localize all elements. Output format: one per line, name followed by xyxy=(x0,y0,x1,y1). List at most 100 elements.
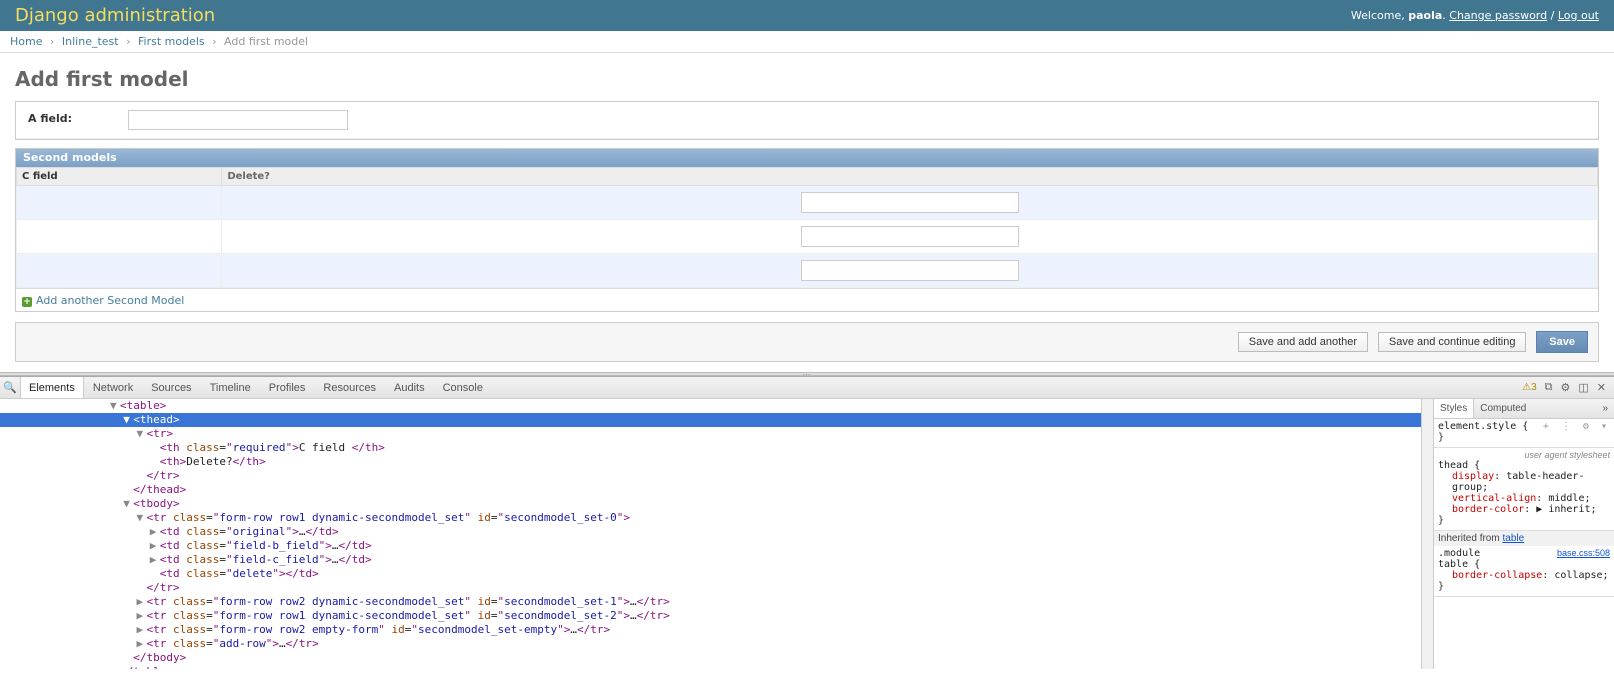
rule-source-link[interactable]: base.css:508 xyxy=(1557,548,1610,558)
inherited-label: Inherited from xyxy=(1438,533,1500,544)
css-declaration[interactable]: vertical-align: middle; xyxy=(1438,493,1610,504)
breadcrumb-model[interactable]: First models xyxy=(138,35,205,48)
console-drawer-icon[interactable]: ⧉ xyxy=(1545,381,1553,394)
welcome-text: Welcome, xyxy=(1351,9,1405,22)
elements-tree-line[interactable]: </table> xyxy=(0,665,1421,669)
elements-scrollbar[interactable] xyxy=(1422,399,1434,669)
a-field-input[interactable] xyxy=(128,110,348,130)
cell-cfield xyxy=(17,220,222,254)
devtools-right-icons: ⚠3 ⧉ ⚙ ◫ ✕ xyxy=(1522,381,1614,394)
change-password-link[interactable]: Change password xyxy=(1449,9,1547,22)
cell-delete xyxy=(222,186,1598,220)
devtools-tabs: ElementsNetworkSourcesTimelineProfilesRe… xyxy=(20,377,492,398)
rule-close: } xyxy=(1438,581,1610,592)
elements-tree-line[interactable]: ▶<td class="field-b_field">…</td> xyxy=(0,539,1421,553)
search-icon[interactable]: 🔍 xyxy=(0,381,20,394)
styles-panel: StylesComputed » element.style { + ⋮ ⚙ ▾ }… xyxy=(1434,399,1614,669)
rule-selector: table { xyxy=(1438,559,1610,570)
elements-tree-line[interactable]: ▼<tr class="form-row row1 dynamic-second… xyxy=(0,511,1421,525)
inline-input[interactable] xyxy=(801,192,1019,213)
breadcrumb-action: Add first model xyxy=(224,35,308,48)
elements-tree-line[interactable]: ▶<td class="original">…</td> xyxy=(0,525,1421,539)
devtools-body: ▼<table> ▼<thead> ▼<tr> <th class="requi… xyxy=(0,399,1614,669)
inline-table: C field Delete? xyxy=(16,167,1598,288)
devtools-tab-sources[interactable]: Sources xyxy=(142,377,200,398)
elements-tree-line[interactable]: ▼<table> xyxy=(0,399,1421,413)
elements-tree-line[interactable]: <td class="delete"></td> xyxy=(0,567,1421,581)
devtools-tab-network[interactable]: Network xyxy=(84,377,142,398)
rule-module-table: .module base.css:508 table { border-coll… xyxy=(1434,546,1614,597)
save-button[interactable] xyxy=(1536,331,1588,353)
breadcrumb-sep: › xyxy=(212,35,216,48)
cell-delete xyxy=(222,254,1598,288)
devtools-toolbar: 🔍 ElementsNetworkSourcesTimelineProfiles… xyxy=(0,377,1614,399)
username: paola xyxy=(1408,9,1442,22)
inherited-from: Inherited from table xyxy=(1434,531,1614,546)
user-tools: Welcome, paola. Change password / Log ou… xyxy=(1351,9,1599,22)
devtools-tab-profiles[interactable]: Profiles xyxy=(260,377,315,398)
rule-selector: .module xyxy=(1438,548,1480,559)
breadcrumb-sep: › xyxy=(126,35,130,48)
add-another-link[interactable]: Add another Second Model xyxy=(36,294,184,307)
fieldset-main: A field: xyxy=(15,101,1599,140)
elements-panel[interactable]: ▼<table> ▼<thead> ▼<tr> <th class="requi… xyxy=(0,399,1422,669)
devtools: 🔍 ElementsNetworkSourcesTimelineProfiles… xyxy=(0,376,1614,669)
elements-tree-line[interactable]: <th class="required">C field </th> xyxy=(0,441,1421,455)
django-header: Django administration Welcome, paola. Ch… xyxy=(0,0,1614,31)
styles-tab-styles[interactable]: Styles xyxy=(1434,399,1474,418)
elements-tree-line[interactable]: <th>Delete?</th> xyxy=(0,455,1421,469)
css-declaration[interactable]: border-color: ▶ inherit; xyxy=(1438,504,1610,515)
css-declaration[interactable]: border-collapse: collapse; xyxy=(1438,570,1610,581)
rule-selector: element.style { xyxy=(1438,421,1528,432)
elements-tree-line[interactable]: ▶<tr class="add-row">…</tr> xyxy=(0,637,1421,651)
warning-badge[interactable]: ⚠3 xyxy=(1522,382,1537,393)
devtools-tab-resources[interactable]: Resources xyxy=(314,377,385,398)
elements-tree-line[interactable]: ▼<tbody> xyxy=(0,497,1421,511)
devtools-tab-timeline[interactable]: Timeline xyxy=(201,377,260,398)
inline-input[interactable] xyxy=(801,226,1019,247)
save-continue-button[interactable] xyxy=(1378,332,1527,352)
breadcrumb-home[interactable]: Home xyxy=(10,35,42,48)
chevron-right-icon[interactable]: » xyxy=(1596,399,1614,418)
elements-tree-line[interactable]: </tr> xyxy=(0,581,1421,595)
plus-icon: + xyxy=(22,297,32,307)
elements-tree-line[interactable]: ▼<thead> xyxy=(0,413,1421,427)
rule-close: } xyxy=(1438,432,1610,443)
inline-second-models: Second models C field Delete? xyxy=(15,148,1599,312)
logout-link[interactable]: Log out xyxy=(1558,9,1599,22)
elements-tree-line[interactable]: ▼<tr> xyxy=(0,427,1421,441)
styles-tab-computed[interactable]: Computed xyxy=(1474,399,1532,418)
add-row: + Add another Second Model xyxy=(16,288,1598,311)
rule-toolbar-icons[interactable]: + ⋮ ⚙ ▾ xyxy=(1543,421,1610,432)
breadcrumb-app[interactable]: Inline_test xyxy=(62,35,119,48)
save-add-another-button[interactable] xyxy=(1238,332,1368,352)
elements-tree-line[interactable]: </tr> xyxy=(0,469,1421,483)
inherited-link[interactable]: table xyxy=(1502,533,1524,544)
devtools-tab-console[interactable]: Console xyxy=(434,377,492,398)
inline-input[interactable] xyxy=(801,260,1019,281)
rule-uas-thead: user agent stylesheet thead { display: t… xyxy=(1434,448,1614,531)
styles-tabs: StylesComputed » xyxy=(1434,399,1614,419)
breadcrumb-sep: › xyxy=(50,35,54,48)
cell-cfield xyxy=(17,186,222,220)
table-row xyxy=(17,220,1598,254)
rule-close: } xyxy=(1438,515,1610,526)
devtools-tab-audits[interactable]: Audits xyxy=(385,377,434,398)
devtools-tab-elements[interactable]: Elements xyxy=(20,377,84,398)
warning-count: 3 xyxy=(1531,382,1537,393)
elements-tree-line[interactable]: ▶<tr class="form-row row2 empty-form" id… xyxy=(0,623,1421,637)
css-declaration[interactable]: display: table-header-group; xyxy=(1438,471,1610,493)
close-icon[interactable]: ✕ xyxy=(1597,381,1606,394)
dock-icon[interactable]: ◫ xyxy=(1578,381,1588,394)
rule-source: user agent stylesheet xyxy=(1438,450,1610,460)
form-row-a-field: A field: xyxy=(16,102,1598,139)
elements-tree-line[interactable]: </tbody> xyxy=(0,651,1421,665)
submit-row xyxy=(15,322,1599,362)
elements-tree-line[interactable]: ▶<tr class="form-row row2 dynamic-second… xyxy=(0,595,1421,609)
cell-cfield xyxy=(17,254,222,288)
a-field-label: A field: xyxy=(28,110,128,125)
elements-tree-line[interactable]: ▶<td class="field-c_field">…</td> xyxy=(0,553,1421,567)
gear-icon[interactable]: ⚙ xyxy=(1561,381,1571,394)
elements-tree-line[interactable]: </thead> xyxy=(0,483,1421,497)
elements-tree-line[interactable]: ▶<tr class="form-row row1 dynamic-second… xyxy=(0,609,1421,623)
